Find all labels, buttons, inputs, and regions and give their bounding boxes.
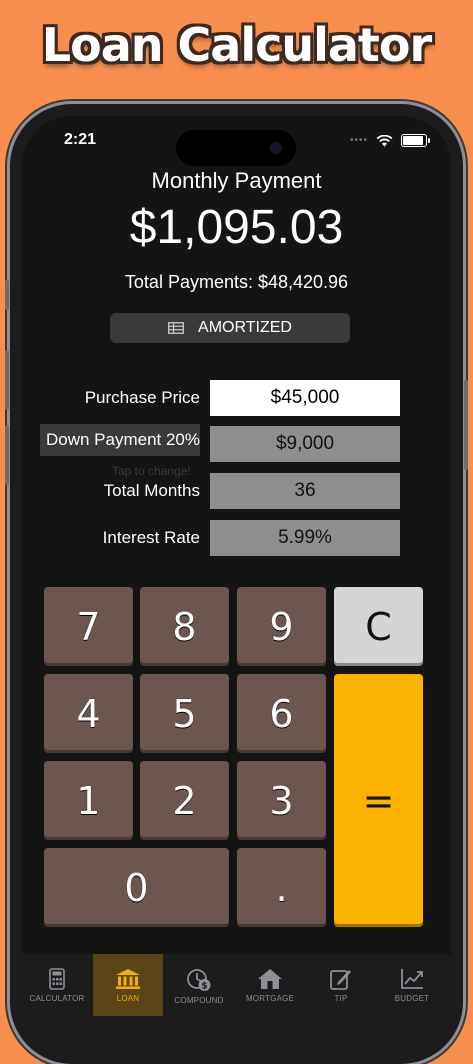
tab-label: MORTGAGE bbox=[245, 994, 295, 1003]
key-4[interactable]: 4 bbox=[44, 674, 133, 753]
dynamic-island bbox=[176, 130, 296, 166]
side-button bbox=[5, 425, 9, 485]
tab-budget[interactable]: BUDGET bbox=[377, 954, 447, 1016]
banner-title: Loan Calculator bbox=[41, 18, 432, 72]
tab-label: LOAN bbox=[116, 994, 140, 1003]
calculator-icon bbox=[49, 968, 65, 990]
camera-icon bbox=[270, 142, 282, 154]
key-2[interactable]: 2 bbox=[140, 761, 229, 840]
tab-label: CALCULATOR bbox=[29, 994, 85, 1003]
decimal-key[interactable]: . bbox=[237, 848, 326, 927]
tab-calculator[interactable]: CALCULATOR bbox=[22, 954, 92, 1016]
total-months-label: Total Months bbox=[103, 481, 200, 500]
status-time: 2:21 bbox=[64, 131, 97, 148]
edit-icon bbox=[330, 970, 351, 990]
status-indicators: •••• bbox=[349, 134, 430, 147]
key-7[interactable]: 7 bbox=[44, 587, 133, 666]
monthly-payment-value: $1,095.03 bbox=[129, 201, 344, 254]
key-0[interactable]: 0 bbox=[44, 848, 229, 927]
tab-loan[interactable]: LOAN bbox=[93, 954, 163, 1016]
key-8[interactable]: 8 bbox=[140, 587, 229, 666]
interest-rate-row: Interest Rate 5.99% bbox=[22, 520, 451, 556]
signal-icon: •••• bbox=[349, 135, 368, 146]
equals-key[interactable]: = bbox=[334, 674, 423, 927]
app-screen: 2:21 •••• Monthly Payment $1,095.03 Tota… bbox=[22, 116, 451, 1036]
purchase-price-label: Purchase Price bbox=[84, 388, 200, 407]
key-9[interactable]: 9 bbox=[237, 587, 326, 666]
side-button bbox=[464, 380, 468, 470]
key-5[interactable]: 5 bbox=[140, 674, 229, 753]
amortized-button[interactable]: AMORTIZED bbox=[110, 313, 350, 343]
monthly-payment-label: Monthly Payment bbox=[151, 168, 322, 193]
down-payment-field[interactable]: $9,000 bbox=[210, 426, 400, 462]
battery-icon bbox=[401, 134, 430, 147]
side-button bbox=[5, 350, 9, 410]
side-button bbox=[5, 280, 9, 310]
interest-rate-field[interactable]: 5.99% bbox=[210, 520, 400, 556]
total-months-field[interactable]: 36 bbox=[210, 473, 400, 509]
key-3[interactable]: 3 bbox=[237, 761, 326, 840]
tab-mortgage[interactable]: MORTGAGE bbox=[235, 954, 305, 1016]
amortized-label: AMORTIZED bbox=[198, 319, 292, 336]
bank-icon bbox=[116, 969, 140, 989]
down-payment-label[interactable]: Down Payment 20% bbox=[39, 424, 200, 456]
tab-label: TIP bbox=[334, 994, 348, 1003]
interest-rate-label: Interest Rate bbox=[102, 528, 200, 547]
total-payments: Total Payments: $48,420.96 bbox=[124, 272, 349, 292]
purchase-price-field[interactable]: $45,000 bbox=[210, 380, 400, 416]
total-months-row: Total Months 36 bbox=[22, 473, 451, 509]
key-1[interactable]: 1 bbox=[44, 761, 133, 840]
clear-key[interactable]: C bbox=[334, 587, 423, 666]
wifi-icon bbox=[376, 134, 393, 146]
tab-compound[interactable]: $ COMPOUND bbox=[164, 954, 234, 1016]
tab-tip[interactable]: TIP bbox=[306, 954, 376, 1016]
down-payment-row: Down Payment 20% $9,000 bbox=[22, 424, 451, 462]
tab-label: BUDGET bbox=[394, 994, 430, 1003]
purchase-price-row: Purchase Price $45,000 bbox=[22, 380, 451, 416]
chart-icon bbox=[401, 969, 423, 989]
compound-icon: $ bbox=[187, 969, 211, 992]
tab-label: COMPOUND bbox=[174, 996, 224, 1005]
house-icon bbox=[258, 969, 282, 989]
table-icon bbox=[168, 322, 184, 334]
svg-text:$: $ bbox=[201, 982, 207, 992]
key-6[interactable]: 6 bbox=[237, 674, 326, 753]
